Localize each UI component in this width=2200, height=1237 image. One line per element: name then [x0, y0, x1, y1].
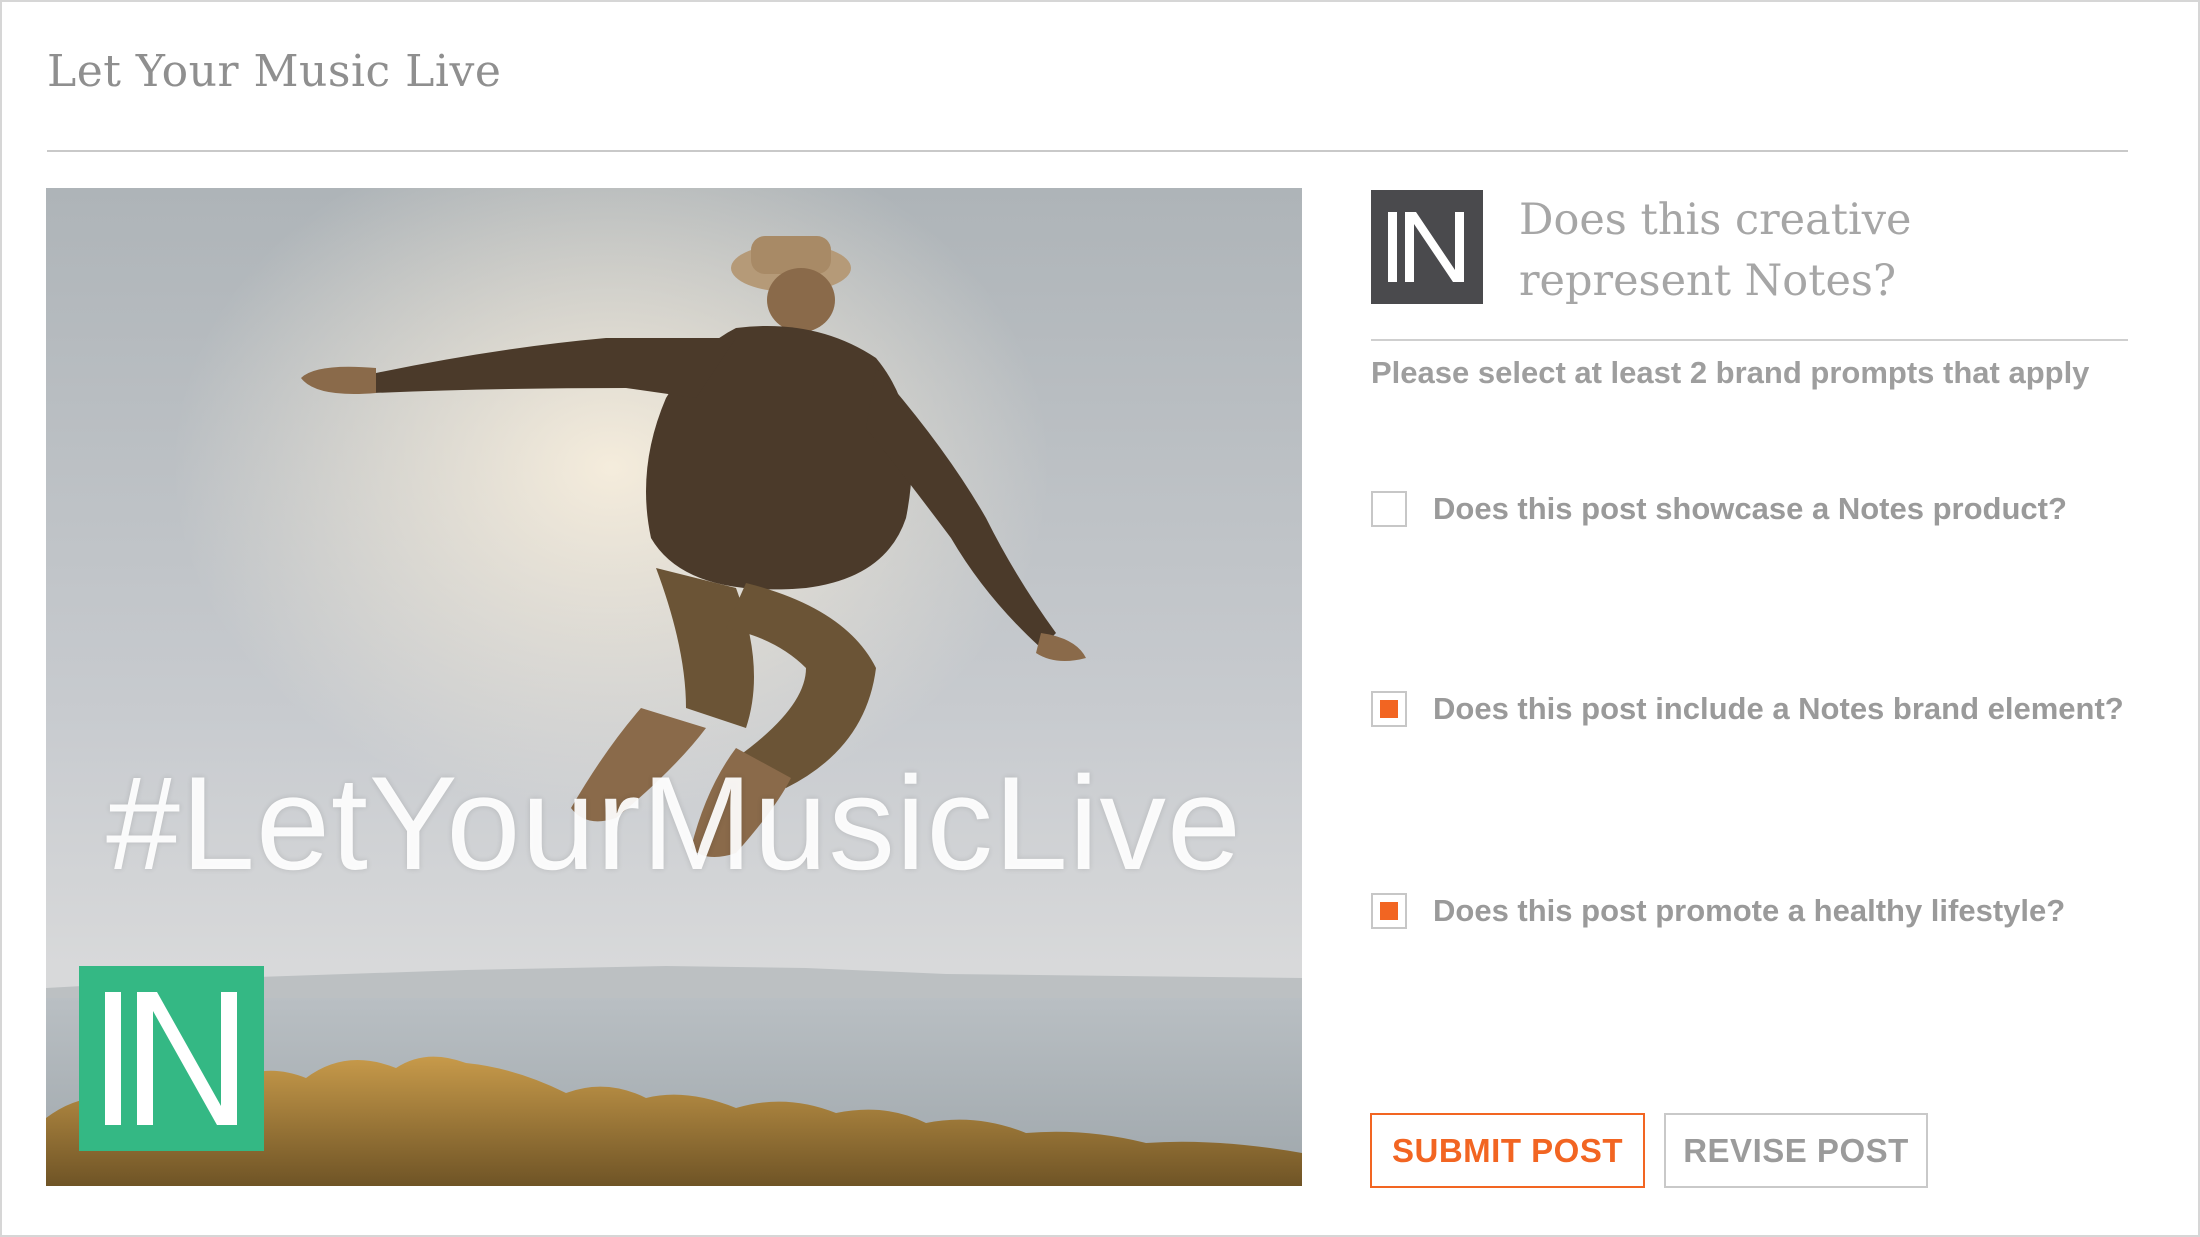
creative-image: #LetYourMusicLive: [46, 188, 1302, 1186]
submit-post-button[interactable]: SUBMIT POST: [1370, 1113, 1645, 1188]
prompt-label: Does this post showcase a Notes product?: [1433, 491, 2067, 526]
creative-hashtag: #LetYourMusicLive: [106, 750, 1242, 898]
notes-brand-icon: [1371, 190, 1483, 304]
instructions-text: Please select at least 2 brand prompts t…: [1371, 355, 2090, 390]
prompt-option-healthy-lifestyle[interactable]: Does this post promote a healthy lifesty…: [1371, 891, 2065, 931]
revise-post-button[interactable]: REVISE POST: [1664, 1113, 1928, 1188]
prompt-label: Does this post promote a healthy lifesty…: [1433, 893, 2066, 928]
checkbox-product[interactable]: [1371, 491, 1407, 527]
question-line-2: represent Notes?: [1519, 256, 1897, 306]
prompt-label: Does this post include a Notes brand ele…: [1433, 691, 2124, 726]
notes-logo-icon: [79, 966, 264, 1151]
page-title: Let Your Music Live: [47, 46, 502, 97]
title-divider: [47, 150, 2128, 152]
question-title: Does this creative represent Notes?: [1519, 190, 2119, 312]
prompt-option-product[interactable]: Does this post showcase a Notes product?: [1371, 489, 2067, 529]
review-card: Let Your Music Live #LetYourMusicLive Do…: [0, 0, 2200, 1237]
question-line-1: Does this creative: [1519, 195, 1912, 245]
panel-divider: [1371, 339, 2128, 341]
checkbox-healthy-lifestyle[interactable]: [1371, 893, 1407, 929]
checkbox-brand-element[interactable]: [1371, 691, 1407, 727]
prompt-option-brand-element[interactable]: Does this post include a Notes brand ele…: [1371, 689, 2124, 729]
